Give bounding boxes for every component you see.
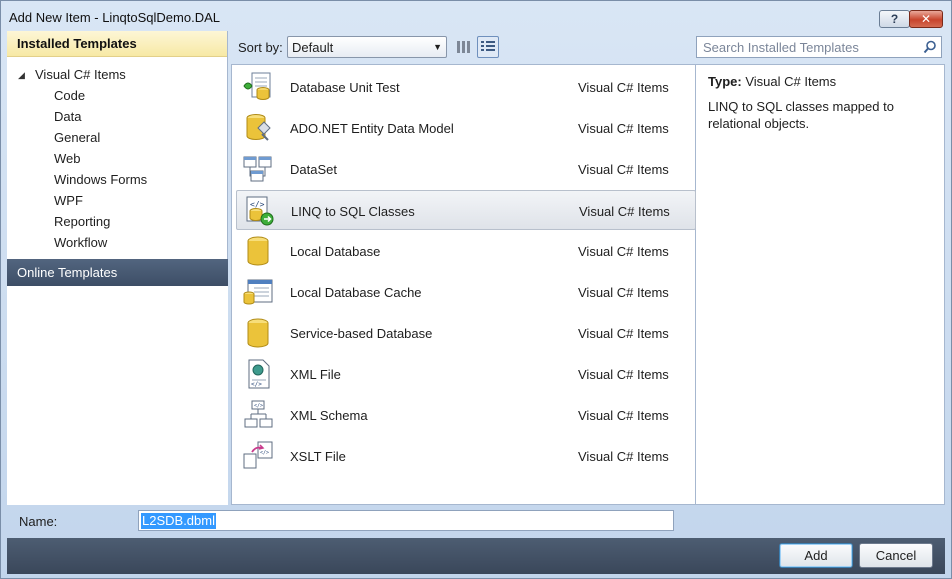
tree-item-general[interactable]: General <box>54 130 100 145</box>
tree-item-wpf[interactable]: WPF <box>54 193 83 208</box>
template-row-dataset[interactable]: DataSet Visual C# Items <box>236 149 696 189</box>
template-description-panel: Type: Visual C# Items LINQ to SQL classe… <box>696 64 945 505</box>
name-label: Name: <box>19 514 58 529</box>
name-input-selected-text: L2SDB.dbml <box>141 513 216 529</box>
template-name: XSLT File <box>290 449 346 464</box>
template-name: Local Database <box>290 244 381 259</box>
template-row-ado-net-entity-data-model[interactable]: ADO.NET Entity Data Model Visual C# Item… <box>236 108 696 148</box>
search-box[interactable] <box>696 36 942 58</box>
template-name: XML Schema <box>290 408 368 423</box>
sort-by-value: Default <box>292 40 334 55</box>
template-row-xslt-file[interactable]: </> XSLT File Visual C# Items <box>236 436 696 476</box>
dropdown-arrow-icon: ▼ <box>433 42 442 52</box>
linq-to-sql-icon: </> <box>246 196 274 226</box>
template-row-xml-file[interactable]: </> XML File Visual C# Items <box>236 354 696 394</box>
template-name: Database Unit Test <box>290 80 400 95</box>
xml-schema-icon: </> <box>244 400 273 428</box>
help-button[interactable]: ? <box>879 10 910 28</box>
tree-item-workflow[interactable]: Workflow <box>54 235 107 250</box>
template-list: Database Unit Test Visual C# Items ADO.N… <box>231 64 696 505</box>
template-row-xml-schema[interactable]: </> XML Schema Visual C# Items <box>236 395 696 435</box>
description-type-line: Type: Visual C# Items <box>708 73 932 90</box>
tree-item-visual-csharp[interactable]: Visual C# Items <box>35 67 126 82</box>
database-unit-test-icon <box>243 72 271 100</box>
template-row-local-database[interactable]: Local Database Visual C# Items <box>236 231 696 271</box>
svg-text:</>: </> <box>254 403 263 409</box>
template-category: Visual C# Items <box>578 80 669 95</box>
window-title: Add New Item - LinqtoSqlDemo.DAL <box>9 10 220 25</box>
add-button[interactable]: Add <box>779 543 853 568</box>
tree-item-windows-forms[interactable]: Windows Forms <box>54 172 147 187</box>
template-name: ADO.NET Entity Data Model <box>290 121 454 136</box>
small-icons-view-button[interactable] <box>453 36 475 58</box>
search-icon[interactable] <box>923 40 937 54</box>
template-name: DataSet <box>290 162 337 177</box>
template-name: Service-based Database <box>290 326 433 341</box>
svg-text:</>: </> <box>260 450 269 456</box>
close-icon: ✕ <box>920 12 932 26</box>
local-database-icon <box>247 236 269 266</box>
template-category: Visual C# Items <box>578 326 669 341</box>
small-icons-view-icon <box>457 41 470 53</box>
template-row-service-based-database[interactable]: Service-based Database Visual C# Items <box>236 313 696 353</box>
template-name: Local Database Cache <box>290 285 422 300</box>
tree-item-data[interactable]: Data <box>54 109 81 124</box>
online-templates-header[interactable]: Online Templates <box>7 259 228 286</box>
entity-data-model-icon <box>246 114 271 141</box>
description-type-label: Type: <box>708 74 742 89</box>
local-database-cache-icon <box>243 279 273 305</box>
description-type-value: Visual C# Items <box>745 74 837 89</box>
template-category: Visual C# Items <box>578 449 669 464</box>
sort-by-dropdown[interactable]: Default ▼ <box>287 36 447 58</box>
tree-empty-area <box>7 286 228 505</box>
dataset-icon <box>243 156 272 182</box>
help-icon: ? <box>890 12 899 26</box>
template-category: Visual C# Items <box>578 121 669 136</box>
template-name: XML File <box>290 367 341 382</box>
tree-item-code[interactable]: Code <box>54 88 85 103</box>
details-view-button[interactable] <box>477 36 499 58</box>
add-new-item-dialog: Add New Item - LinqtoSqlDemo.DAL ? ✕ Ins… <box>0 0 952 579</box>
details-view-icon <box>481 41 495 51</box>
name-field[interactable] <box>138 510 674 531</box>
search-input[interactable] <box>697 37 915 57</box>
svg-text:</>: </> <box>251 381 262 388</box>
template-category: Visual C# Items <box>578 162 669 177</box>
template-category: Visual C# Items <box>578 285 669 300</box>
template-tree-panel: Installed Templates ◢ Visual C# Items Co… <box>7 31 228 505</box>
template-category: Visual C# Items <box>579 204 670 219</box>
tree-item-web[interactable]: Web <box>54 151 81 166</box>
xml-file-icon: </> <box>248 359 270 389</box>
template-name: LINQ to SQL Classes <box>291 204 415 219</box>
service-database-icon <box>247 318 269 348</box>
tree-expand-icon[interactable]: ◢ <box>18 70 25 81</box>
template-category: Visual C# Items <box>578 367 669 382</box>
template-row-local-database-cache[interactable]: Local Database Cache Visual C# Items <box>236 272 696 312</box>
template-category: Visual C# Items <box>578 244 669 259</box>
description-text: LINQ to SQL classes mapped to relational… <box>708 99 894 131</box>
title-bar: Add New Item - LinqtoSqlDemo.DAL ? ✕ <box>1 1 951 31</box>
xslt-file-icon: </> <box>243 441 273 469</box>
close-button[interactable]: ✕ <box>909 10 943 28</box>
sort-by-label: Sort by: <box>238 40 283 55</box>
template-row-linq-to-sql-classes[interactable]: </> LINQ to SQL Classes Visual C# Items <box>236 190 696 230</box>
tree-item-reporting[interactable]: Reporting <box>54 214 110 229</box>
installed-templates-header[interactable]: Installed Templates <box>7 31 227 57</box>
template-row-database-unit-test[interactable]: Database Unit Test Visual C# Items <box>236 67 696 107</box>
template-category: Visual C# Items <box>578 408 669 423</box>
name-input[interactable] <box>139 511 673 530</box>
svg-text:</>: </> <box>250 200 265 209</box>
cancel-button[interactable]: Cancel <box>859 543 933 568</box>
